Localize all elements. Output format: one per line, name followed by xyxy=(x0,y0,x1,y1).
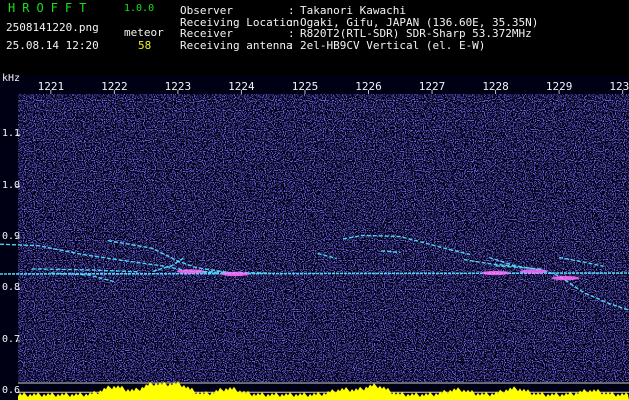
meteor-hotspot xyxy=(551,275,580,281)
y-tick-label: 1.0 xyxy=(2,179,21,191)
station-info: Observer : Takanori Kawachi Receiving Lo… xyxy=(180,5,538,51)
file-name: 2508141220.png xyxy=(6,21,99,34)
x-tick-label: 1228 xyxy=(482,80,509,93)
x-tick-label: 1226 xyxy=(355,80,382,93)
x-tick-label: 1222 xyxy=(101,80,128,93)
y-tick-label: 0.9 xyxy=(2,231,21,242)
info-separator: : xyxy=(288,4,295,17)
x-tick-label: 1227 xyxy=(418,80,446,93)
meteor-hotspot xyxy=(221,271,250,277)
meteor-hotspot xyxy=(519,269,548,274)
app-logo: HROFFT xyxy=(8,1,94,15)
info-row-observer: Observer : Takanori Kawachi xyxy=(180,5,538,17)
unit-label: kHz xyxy=(2,73,21,84)
y-tick-label: 1.1 xyxy=(2,128,21,140)
info-value: Takanori Kawachi xyxy=(300,4,406,17)
x-tick-label: 1223 xyxy=(164,80,192,93)
meteor-label: meteor xyxy=(124,26,164,39)
info-key: Observer xyxy=(180,4,233,17)
x-tick-label: 1224 xyxy=(228,80,255,93)
y-tick-label: 0.8 xyxy=(2,282,21,294)
capture-datetime: 25.08.14 12:20 xyxy=(6,39,99,52)
y-tick-label: 0.6 xyxy=(2,385,21,397)
meteor-hotspot xyxy=(481,270,510,276)
info-separator: : xyxy=(288,38,295,52)
info-key: Receiving antenna xyxy=(180,38,293,52)
x-tick-label: 1225 xyxy=(291,80,319,93)
x-tick-label: 1230 xyxy=(609,80,629,93)
y-tick-label: 0.7 xyxy=(2,333,21,345)
x-tick-label: 1221 xyxy=(37,80,65,93)
app-version: 1.0.0 xyxy=(124,3,155,14)
meteor-count: 58 xyxy=(138,39,152,52)
info-value: 2el-HB9CV Vertical (el. E-W) xyxy=(300,38,486,52)
x-tick-label: 1229 xyxy=(545,80,573,93)
spectrogram-noise xyxy=(18,94,629,382)
spectrogram xyxy=(0,76,629,400)
meteor-hotspot xyxy=(176,269,205,274)
info-row-antenna: Receiving antenna : 2el-HB9CV Vertical (… xyxy=(180,40,538,52)
